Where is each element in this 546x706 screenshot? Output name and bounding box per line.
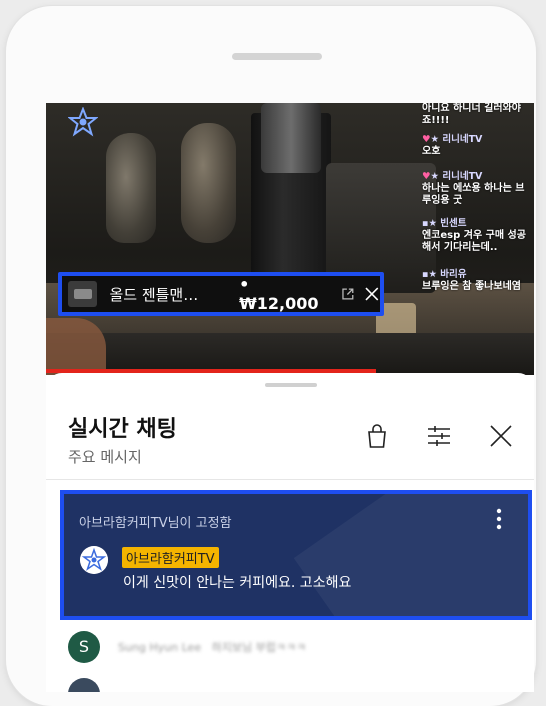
overlay-line: 루잉용 굿 — [422, 195, 463, 206]
channel-logo-icon — [68, 107, 98, 137]
chat-title: 실시간 채팅 — [68, 417, 177, 442]
chat-mode-selector[interactable]: 주요 메시지 — [68, 446, 142, 467]
product-name: 올드 젠틀맨… — [109, 285, 199, 304]
overlay-line: 하나는 에쏘용 하나는 브 — [422, 183, 525, 194]
video-bg-siphon-1 — [106, 133, 156, 243]
live-chat-panel: 실시간 채팅 주요 메시지 아브라함커피TV님이 고정함 아브라함커피TV 이게… — [46, 373, 534, 692]
close-icon[interactable] — [364, 286, 380, 302]
divider — [46, 479, 534, 480]
external-link-icon[interactable] — [341, 287, 355, 301]
overlay-line: 엔코esp 겨우 구매 성공 — [422, 230, 526, 241]
video-chat-overlay: 아니요 하니너 길러와야 죠!!!! ♥★ 리니네TV 오호 ♥★ 리니네TV … — [420, 103, 532, 303]
video-bg-siphon-2 — [181, 123, 236, 243]
product-pill[interactable]: 올드 젠틀맨… • ₩12,000 — [58, 272, 384, 316]
pinned-text: 이게 신맛이 안나는 커피에요. 고소해요 — [123, 575, 352, 591]
overlay-line: 아니요 하니너 길러와야 — [422, 103, 521, 114]
video-bg-person — [46, 318, 106, 375]
phone-frame: 아니요 하니너 길러와야 죠!!!! ♥★ 리니네TV 오호 ♥★ 리니네TV … — [6, 6, 536, 706]
screen: 아니요 하니너 길러와야 죠!!!! ♥★ 리니네TV 오호 ♥★ 리니네TV … — [46, 103, 534, 692]
avatar: S — [68, 631, 100, 663]
pinned-author-badge[interactable]: 아브라함커피TV — [122, 547, 219, 568]
overlay-line: 죠!!!! — [422, 115, 450, 126]
pinned-message[interactable]: 아브라함커피TV님이 고정함 아브라함커피TV 이게 신맛이 안나는 커피에요.… — [60, 490, 532, 620]
product-price: • ₩12,000 — [239, 275, 319, 313]
tune-icon[interactable] — [426, 423, 452, 449]
overlay-line: 오호 — [422, 146, 441, 157]
close-icon[interactable] — [488, 423, 514, 449]
chat-message[interactable]: S Sung Hyun Lee 하지보님 부럽ㅋㅋㅋ — [68, 631, 508, 665]
overlay-user: ♥★ 리니네TV — [422, 134, 483, 145]
overlay-line: 해서 기다리는데.. — [422, 242, 498, 253]
chat-message-text: Sung Hyun Lee 하지보님 부럽ㅋㅋㅋ — [118, 641, 307, 654]
product-thumbnail — [68, 281, 98, 307]
avatar — [68, 678, 100, 692]
overlay-user: ♥★ 리니네TV — [422, 171, 483, 182]
chat-message[interactable] — [68, 678, 508, 692]
overlay-line: 브루잉은 참 좋나보네염 — [422, 281, 521, 292]
drag-handle[interactable] — [265, 383, 317, 387]
channel-avatar — [80, 546, 108, 574]
overlay-user: ▪★ 바리유 — [422, 269, 467, 280]
video-player[interactable]: 아니요 하니너 길러와야 죠!!!! ♥★ 리니네TV 오호 ♥★ 리니네TV … — [46, 103, 534, 375]
shopping-bag-icon[interactable] — [364, 423, 390, 449]
more-vert-icon[interactable] — [496, 508, 502, 530]
pinned-header: 아브라함커피TV님이 고정함 — [79, 516, 232, 531]
video-bg-grinder-top — [261, 103, 321, 173]
phone-speaker — [232, 53, 322, 60]
overlay-user: ▪★ 빈센트 — [422, 218, 467, 229]
